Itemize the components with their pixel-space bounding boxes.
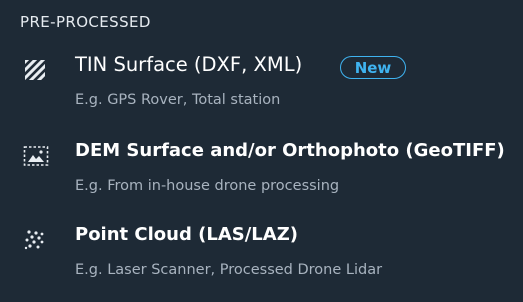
pre-processed-panel: PRE-PROCESSED TIN Surface (DXF, XML) New… (0, 0, 523, 302)
section-title: PRE-PROCESSED (20, 13, 151, 31)
image-frame-icon (23, 144, 49, 168)
option-title: Point Cloud (LAS/LAZ) (75, 224, 298, 245)
option-point-cloud[interactable]: Point Cloud (LAS/LAZ) E.g. Laser Scanner… (0, 218, 523, 298)
option-dem-surface[interactable]: DEM Surface and/or Orthophoto (GeoTIFF) … (0, 134, 523, 214)
point-cloud-icon (23, 228, 47, 252)
option-title: TIN Surface (DXF, XML) (75, 53, 303, 76)
new-badge: New (340, 56, 406, 79)
option-tin-surface[interactable]: TIN Surface (DXF, XML) New E.g. GPS Rove… (0, 48, 523, 128)
hatched-square-icon (23, 58, 47, 82)
option-subtitle: E.g. From in-house drone processing (75, 178, 340, 194)
option-subtitle: E.g. GPS Rover, Total station (75, 92, 281, 108)
option-title: DEM Surface and/or Orthophoto (GeoTIFF) (75, 140, 505, 161)
option-subtitle: E.g. Laser Scanner, Processed Drone Lida… (75, 262, 383, 278)
